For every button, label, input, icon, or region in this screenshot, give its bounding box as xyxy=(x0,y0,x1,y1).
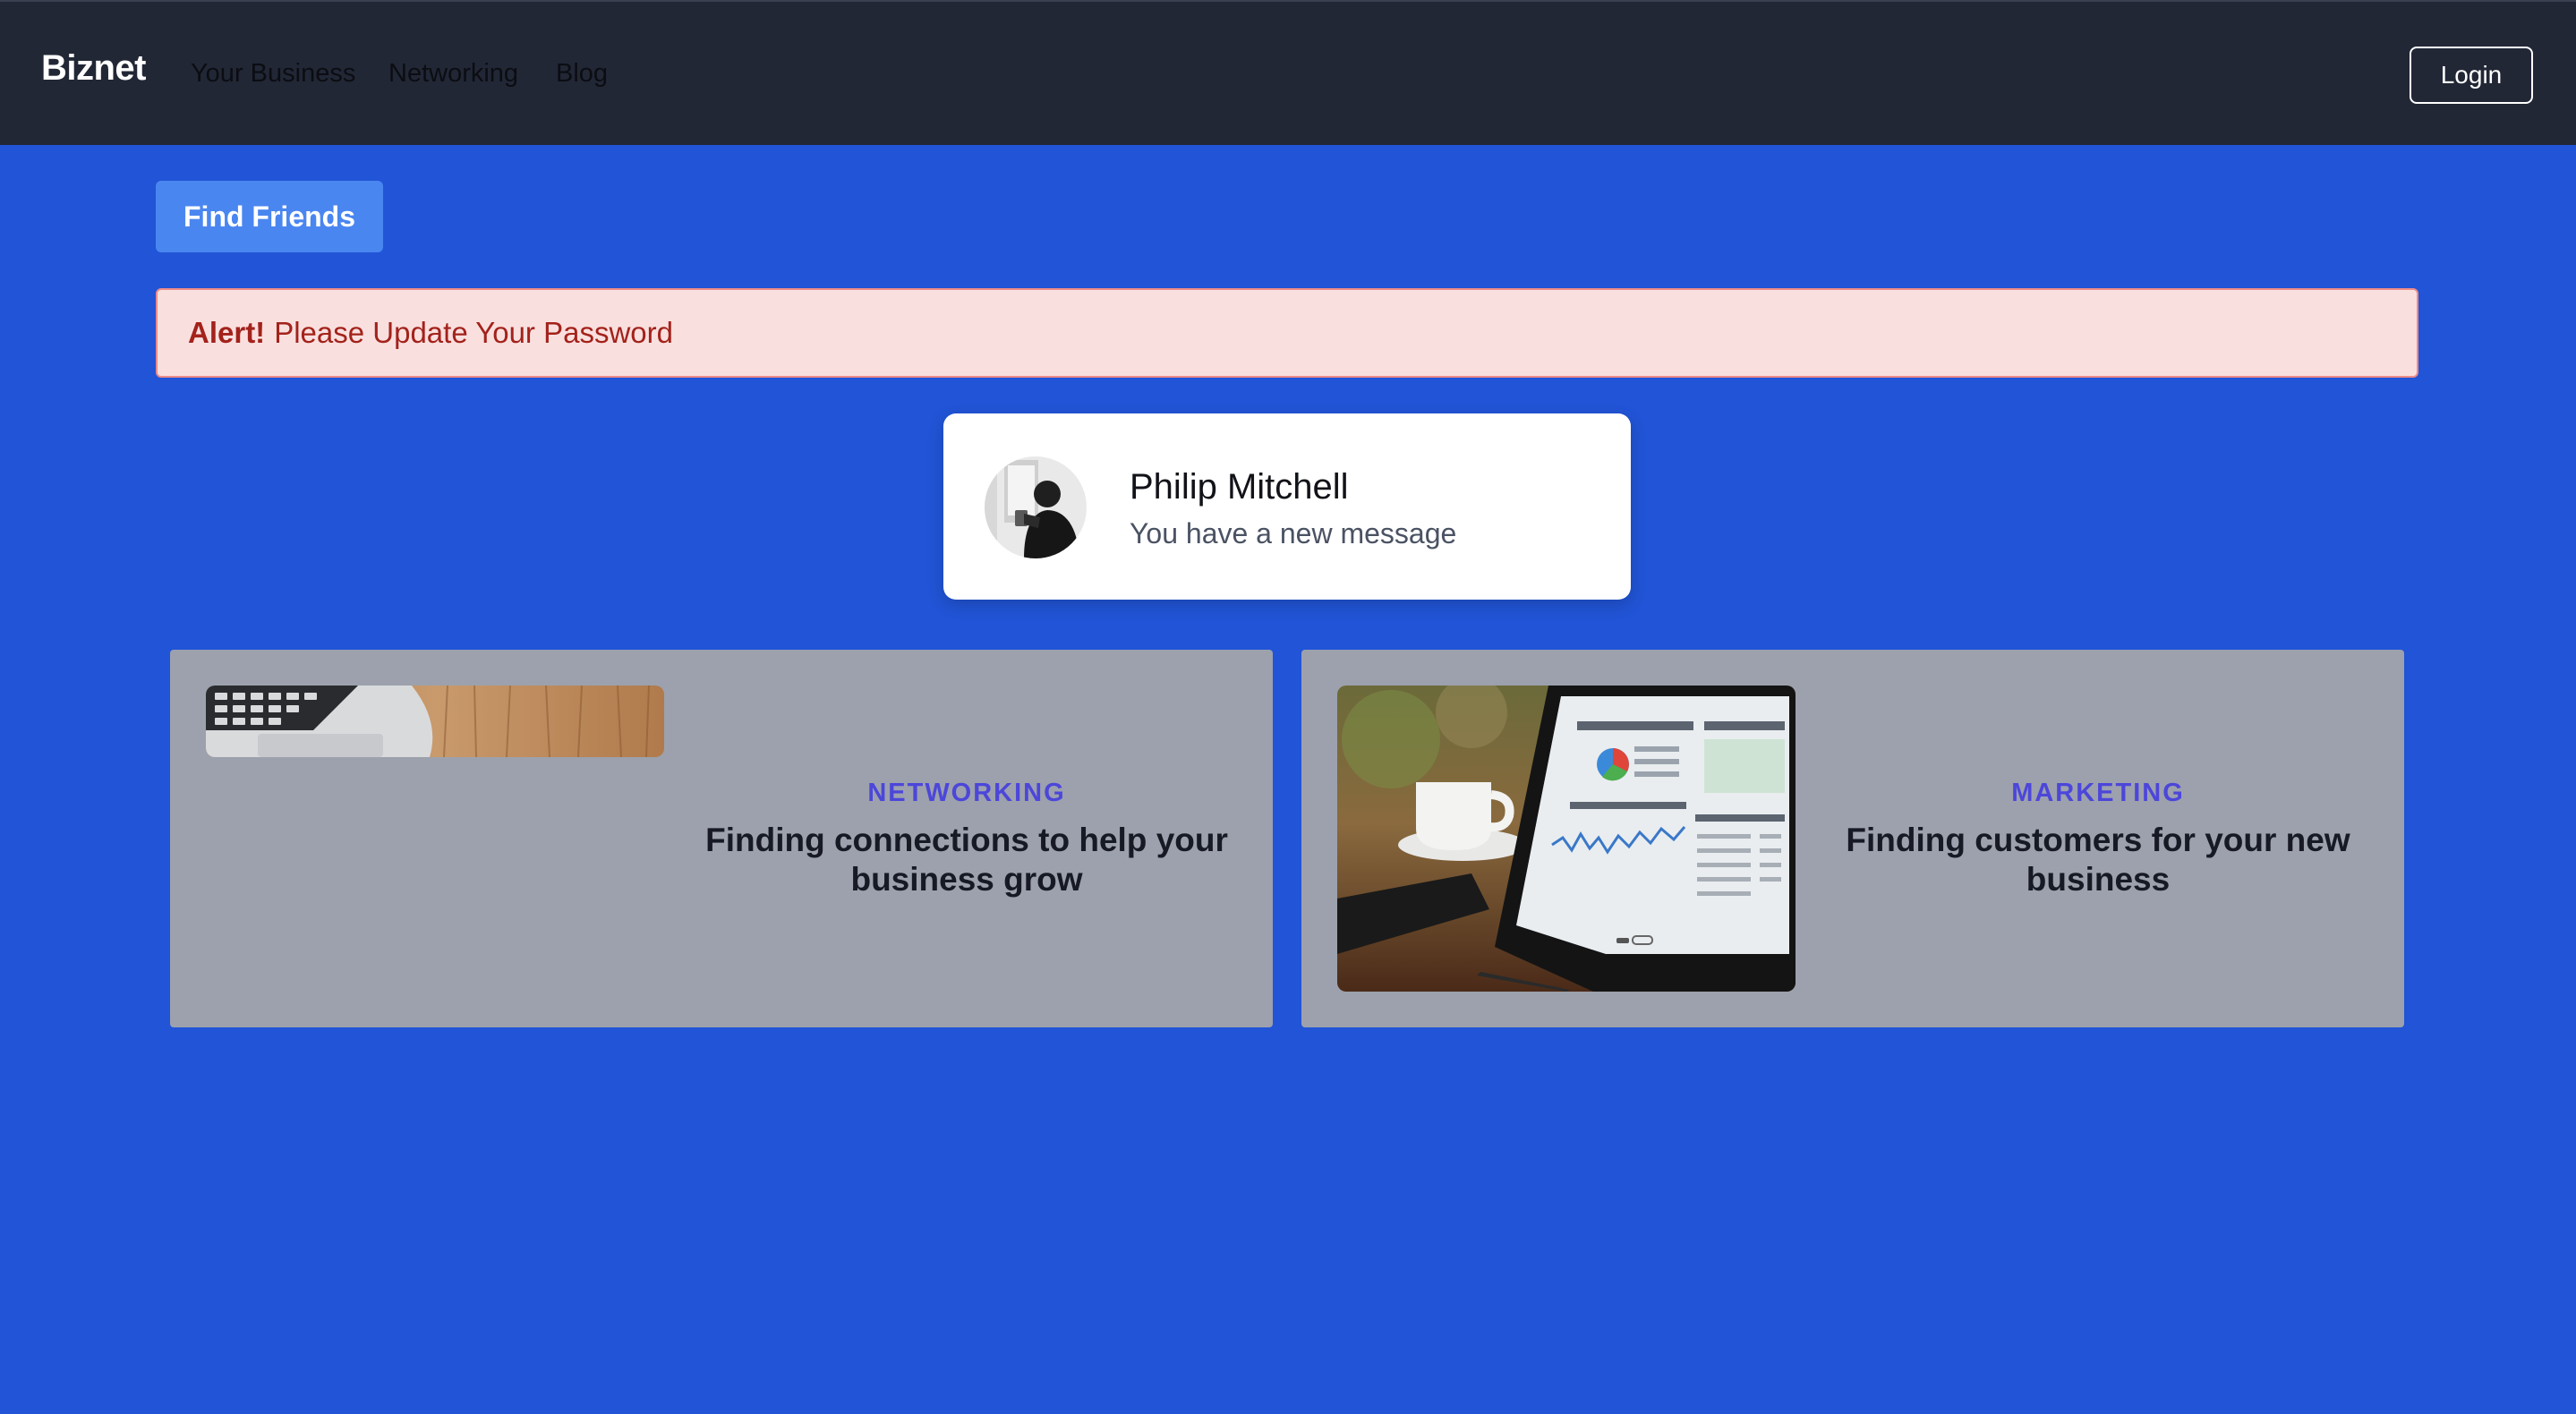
password-alert: Alert! Please Update Your Password xyxy=(156,288,2418,378)
card-networking[interactable]: NETWORKING Finding connections to help y… xyxy=(170,650,1273,1027)
card-category: NETWORKING xyxy=(867,779,1066,807)
card-image-tablet xyxy=(1337,686,1796,992)
alert-strong-label: Alert! xyxy=(188,316,266,349)
avatar xyxy=(985,456,1087,558)
tablet-analytics-image-icon xyxy=(1337,686,1796,992)
nav-link-networking[interactable]: Networking xyxy=(388,59,518,89)
card-title: Finding customers for your new business xyxy=(1846,822,2350,898)
top-navbar: Biznet Your Business Networking Blog Log… xyxy=(0,0,2576,145)
find-friends-button[interactable]: Find Friends xyxy=(156,181,383,252)
laptop-image-icon xyxy=(206,686,664,757)
card-image-laptop xyxy=(206,686,664,757)
notification-message: You have a new message xyxy=(1130,517,1457,549)
alert-message: Please Update Your Password xyxy=(274,316,673,349)
card-text-networking: NETWORKING Finding connections to help y… xyxy=(698,779,1235,899)
person-photo-icon xyxy=(985,456,1087,558)
brand-logo[interactable]: Biznet xyxy=(41,48,147,89)
nav-link-blog[interactable]: Blog xyxy=(556,59,608,89)
card-title: Finding connections to help your busines… xyxy=(705,822,1228,898)
card-category: MARKETING xyxy=(2011,779,2185,807)
message-notification-card[interactable]: Philip Mitchell You have a new message xyxy=(943,413,1631,600)
card-marketing[interactable]: MARKETING Finding customers for your new… xyxy=(1301,650,2404,1027)
nav-link-your-business[interactable]: Your Business xyxy=(191,59,355,89)
login-button[interactable]: Login xyxy=(2410,47,2533,104)
notification-sender-name: Philip Mitchell xyxy=(1130,467,1349,507)
card-text-marketing: MARKETING Finding customers for your new… xyxy=(1830,779,2367,899)
